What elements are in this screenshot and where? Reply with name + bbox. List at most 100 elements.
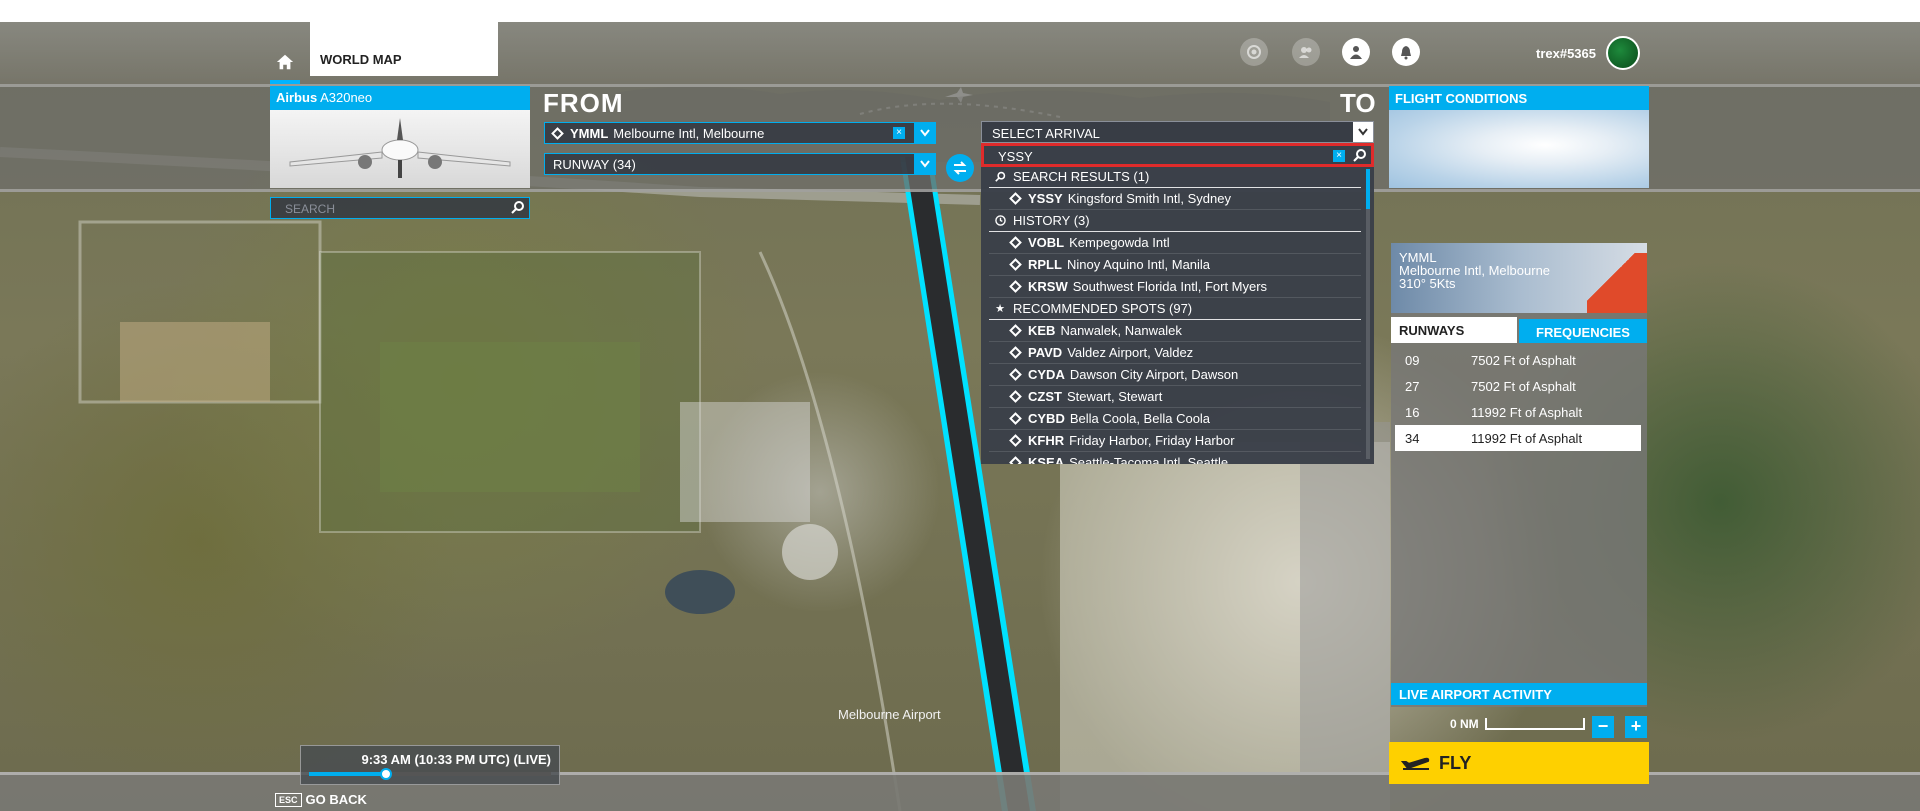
airport-diamond-icon: [551, 126, 564, 140]
airport-name: Southwest Florida Intl, Fort Myers: [1072, 279, 1268, 294]
runway-row[interactable]: 09 7502 Ft of Asphalt: [1395, 347, 1641, 373]
swap-arrows-icon: [953, 161, 967, 175]
map-search-input[interactable]: SEARCH: [270, 197, 530, 219]
list-item[interactable]: KFHR Friday Harbor, Friday Harbor: [989, 430, 1361, 452]
runway-desc: 7502 Ft of Asphalt: [1471, 378, 1576, 394]
flight-conditions-title: FLIGHT CONDITIONS: [1389, 86, 1649, 110]
runway-dropdown-button[interactable]: [914, 153, 936, 175]
home-button[interactable]: [270, 44, 300, 84]
scrollbar-track[interactable]: [1366, 169, 1370, 459]
airport-name: Nanwalek, Nanwalek: [1060, 323, 1182, 338]
airport-tabs: RUNWAYS FREQUENCIES: [1391, 317, 1647, 343]
airport-summary: YMML Melbourne Intl, Melbourne 310° 5Kts: [1399, 251, 1550, 290]
go-back-button[interactable]: ESC GO BACK: [275, 792, 367, 807]
search-icon[interactable]: [1353, 148, 1367, 165]
runway-row[interactable]: 27 7502 Ft of Asphalt: [1395, 373, 1641, 399]
clear-search-button[interactable]: ×: [1333, 150, 1345, 162]
list-item[interactable]: CYDA Dawson City Airport, Dawson: [989, 364, 1361, 386]
map-scale: 0 NM: [1450, 717, 1585, 731]
search-icon[interactable]: [511, 200, 525, 217]
airport-diamond-icon: [1009, 236, 1022, 249]
tab-world-map[interactable]: WORLD MAP: [310, 22, 498, 76]
chevron-down-icon: [1358, 128, 1368, 136]
list-item[interactable]: VOBL Kempegowda Intl: [989, 232, 1361, 254]
runway-id: 16: [1405, 404, 1420, 420]
airport-diamond-icon: [1009, 346, 1022, 359]
avatar[interactable]: [1606, 36, 1640, 70]
scale-label: 0 NM: [1450, 717, 1479, 731]
airport-diamond-icon: [1009, 434, 1022, 447]
airport-diamond-icon: [1009, 412, 1022, 425]
airport-diamond-icon: [1009, 280, 1022, 293]
list-item[interactable]: CZST Stewart, Stewart: [989, 386, 1361, 408]
aircraft-card[interactable]: Airbus A320neo: [270, 86, 530, 188]
airport-name: Kingsford Smith Intl, Sydney: [1067, 191, 1231, 206]
airport-photo: YMML Melbourne Intl, Melbourne 310° 5Kts: [1391, 243, 1647, 313]
chevron-down-icon: [920, 160, 930, 168]
profile-icon[interactable]: [1342, 38, 1370, 66]
airport-name: Kempegowda Intl: [1069, 235, 1170, 250]
section-history: HISTORY (3): [989, 210, 1361, 232]
friends-icon[interactable]: [1292, 38, 1320, 66]
achievements-icon[interactable]: [1240, 38, 1268, 66]
runway-row-selected[interactable]: 34 11992 Ft of Asphalt: [1395, 425, 1641, 451]
airport-diamond-icon: [1009, 368, 1022, 381]
arrival-select[interactable]: SELECT ARRIVAL: [981, 121, 1374, 143]
airport-code: PAVD: [1028, 345, 1063, 360]
airport-code: CZST: [1028, 389, 1062, 404]
list-item[interactable]: CYBD Bella Coola, Bella Coola: [989, 408, 1361, 430]
time-slider[interactable]: [309, 768, 551, 780]
section-search-results: SEARCH RESULTS (1): [989, 167, 1361, 188]
airport-code: KEB: [1028, 323, 1056, 338]
go-back-label: GO BACK: [305, 792, 367, 807]
live-airport-activity-button[interactable]: LIVE AIRPORT ACTIVITY: [1391, 683, 1647, 705]
time-slider-knob[interactable]: [380, 768, 393, 780]
airport-name: Dawson City Airport, Dawson: [1069, 367, 1239, 382]
scrollbar-thumb[interactable]: [1366, 169, 1370, 209]
airplane-icon: [289, 118, 511, 178]
airport-code: CYBD: [1028, 411, 1065, 426]
list-item[interactable]: KRSW Southwest Florida Intl, Fort Myers: [989, 276, 1361, 298]
airport-diamond-icon: [1009, 390, 1022, 403]
clear-departure-button[interactable]: ×: [893, 127, 905, 139]
airport-name: Bella Coola, Bella Coola: [1069, 411, 1211, 426]
notifications-bell-icon[interactable]: [1392, 38, 1420, 66]
airport-diamond-icon: [1009, 456, 1022, 464]
time-panel[interactable]: 9:33 AM (10:33 PM UTC) (LIVE): [300, 745, 560, 785]
airport-name: Stewart, Stewart: [1066, 389, 1163, 404]
list-item[interactable]: KEB Nanwalek, Nanwalek: [989, 320, 1361, 342]
zoom-in-button[interactable]: +: [1625, 716, 1647, 738]
list-item[interactable]: YSSY Kingsford Smith Intl, Sydney: [989, 188, 1361, 210]
arrival-dropdown-list[interactable]: SEARCH RESULTS (1) YSSY Kingsford Smith …: [981, 167, 1374, 464]
zoom-out-button[interactable]: −: [1592, 716, 1614, 738]
esc-key-icon: ESC: [275, 792, 302, 807]
tab-runways[interactable]: RUNWAYS: [1391, 317, 1517, 343]
airport-code: KFHR: [1028, 433, 1065, 448]
list-item[interactable]: KSEA Seattle-Tacoma Intl, Seattle: [989, 452, 1361, 464]
departure-runway-field[interactable]: RUNWAY (34): [544, 153, 936, 175]
departure-airport-field[interactable]: YMML Melbourne Intl, Melbourne ×: [544, 122, 936, 144]
username[interactable]: trex#5365: [1536, 46, 1596, 61]
list-item[interactable]: PAVD Valdez Airport, Valdez: [989, 342, 1361, 364]
departure-dropdown-button[interactable]: [914, 122, 936, 144]
runway-id: 27: [1405, 378, 1420, 394]
airport-diamond-icon: [1009, 258, 1022, 271]
airport-name: Seattle-Tacoma Intl, Seattle: [1069, 455, 1229, 464]
flight-conditions-card[interactable]: FLIGHT CONDITIONS: [1389, 86, 1649, 188]
fly-button[interactable]: FLY: [1389, 742, 1649, 784]
aircraft-tail-image: [1587, 253, 1647, 313]
departure-code: YMML: [570, 125, 609, 141]
list-item[interactable]: RPLL Ninoy Aquino Intl, Manila: [989, 254, 1361, 276]
runway-desc: 11992 Ft of Asphalt: [1471, 404, 1583, 420]
world-map-screen: WORLD MAP trex#5365 Airbus A320neo FROM …: [0, 22, 1920, 811]
arrival-placeholder: SELECT ARRIVAL: [992, 126, 1100, 141]
airport-code: RPLL: [1028, 257, 1062, 272]
airport-name: Ninoy Aquino Intl, Manila: [1066, 257, 1211, 272]
aircraft-brand: Airbus: [276, 90, 318, 105]
arrival-dropdown-button[interactable]: [1353, 122, 1373, 142]
runway-row[interactable]: 16 11992 Ft of Asphalt: [1395, 399, 1641, 425]
tab-frequencies[interactable]: FREQUENCIES: [1519, 319, 1647, 343]
arrival-search-input[interactable]: YSSY ×: [981, 143, 1374, 167]
section-label: SEARCH RESULTS (1): [1013, 169, 1150, 184]
swap-route-button[interactable]: [946, 154, 974, 182]
